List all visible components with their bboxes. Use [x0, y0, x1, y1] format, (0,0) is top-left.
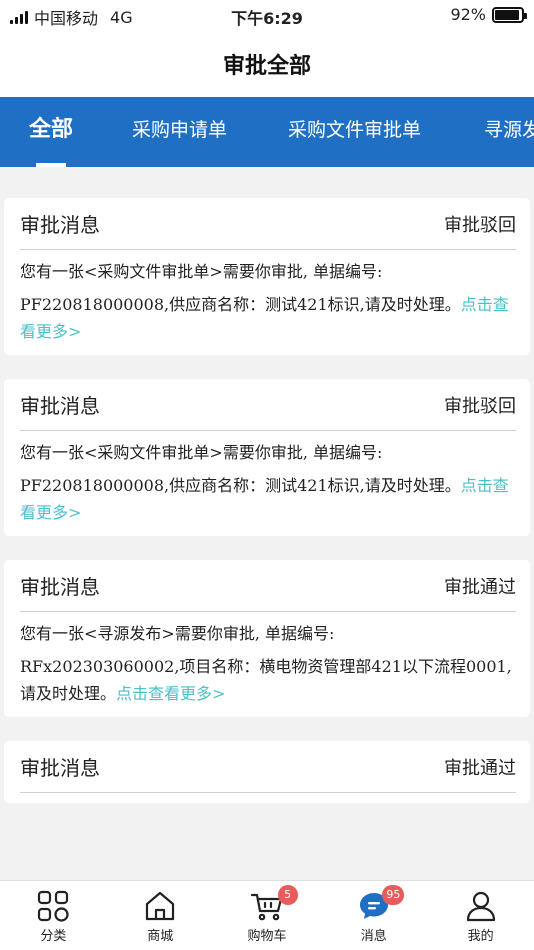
card-title: 审批消息	[20, 213, 100, 237]
message-line: RFx202303060002,项目名称：横电物资管理部421以下流程0001,…	[20, 657, 512, 703]
home-icon	[146, 891, 175, 921]
message-card[interactable]: 审批消息 审批通过 您有一张<寻源发布>需要你审批, 单据编号: RFx2023…	[4, 560, 530, 717]
tabbar-label: 商城	[147, 929, 174, 944]
tab-sourcing-release[interactable]: 寻源发	[484, 97, 534, 167]
tab-label: 寻源发	[484, 119, 534, 141]
category-tabs[interactable]: 全部 采购申请单 采购文件审批单 寻源发	[0, 97, 534, 167]
tabbar-item-mall[interactable]: 商城	[107, 881, 214, 950]
card-title: 审批消息	[20, 756, 100, 780]
card-title: 审批消息	[20, 394, 100, 418]
battery-icon	[492, 6, 527, 23]
status-badge: 审批通过	[444, 757, 516, 779]
status-bar: 中国移动 4G 下午6:29 92%	[0, 0, 534, 30]
page-title: 审批全部	[222, 54, 311, 79]
tab-all[interactable]: 全部	[29, 97, 73, 167]
user-icon	[466, 891, 495, 922]
tab-purchase-document-approval[interactable]: 采购文件审批单	[288, 97, 421, 167]
tab-label: 采购申请单	[132, 119, 228, 141]
cart-count-badge: 5	[277, 885, 298, 905]
message-line: 您有一张<寻源发布>需要你审批, 单据编号:	[20, 624, 335, 643]
battery-percent: 92%	[450, 5, 486, 24]
card-title: 审批消息	[20, 575, 100, 599]
tabbar-item-message[interactable]: 消息 95	[320, 881, 427, 950]
view-more-link[interactable]: 点击查看更多>	[116, 684, 225, 703]
status-badge: 审批驳回	[444, 214, 516, 236]
tab-purchase-request[interactable]: 采购申请单	[132, 97, 227, 167]
message-card[interactable]: 审批消息 审批驳回 您有一张<采购文件审批单>需要你审批, 单据编号: PF22…	[4, 198, 530, 355]
bottom-tab-bar: 分类 商城 购物车 5 消息 95 我的	[0, 880, 534, 950]
tabbar-label: 消息	[360, 929, 387, 944]
status-badge: 审批通过	[444, 576, 516, 598]
message-list: 审批消息 审批驳回 您有一张<采购文件审批单>需要你审批, 单据编号: PF22…	[4, 198, 530, 827]
tabbar-item-cart[interactable]: 购物车 5	[214, 881, 321, 950]
message-card[interactable]: 审批消息 审批通过	[4, 741, 530, 803]
tab-label: 全部	[29, 117, 74, 142]
tabbar-item-category[interactable]: 分类	[0, 881, 107, 950]
tab-label: 采购文件审批单	[288, 119, 422, 141]
message-line: 您有一张<采购文件审批单>需要你审批, 单据编号:	[20, 443, 383, 462]
message-line: 您有一张<采购文件审批单>需要你审批, 单据编号:	[20, 262, 383, 281]
tabbar-label: 分类	[40, 929, 67, 944]
status-badge: 审批驳回	[444, 395, 516, 417]
message-line: PF220818000008,供应商名称：测试421标识,请及时处理。	[20, 476, 461, 495]
category-icon	[38, 890, 69, 922]
message-line: PF220818000008,供应商名称：测试421标识,请及时处理。	[20, 295, 461, 314]
nav-bar: 审批全部	[0, 30, 534, 98]
tabbar-label: 我的	[467, 929, 494, 944]
message-count-badge: 95	[382, 885, 405, 905]
message-card[interactable]: 审批消息 审批驳回 您有一张<采购文件审批单>需要你审批, 单据编号: PF22…	[4, 379, 530, 536]
active-tab-indicator	[36, 163, 66, 167]
tabbar-label: 购物车	[247, 929, 287, 944]
tabbar-item-mine[interactable]: 我的	[427, 881, 534, 950]
